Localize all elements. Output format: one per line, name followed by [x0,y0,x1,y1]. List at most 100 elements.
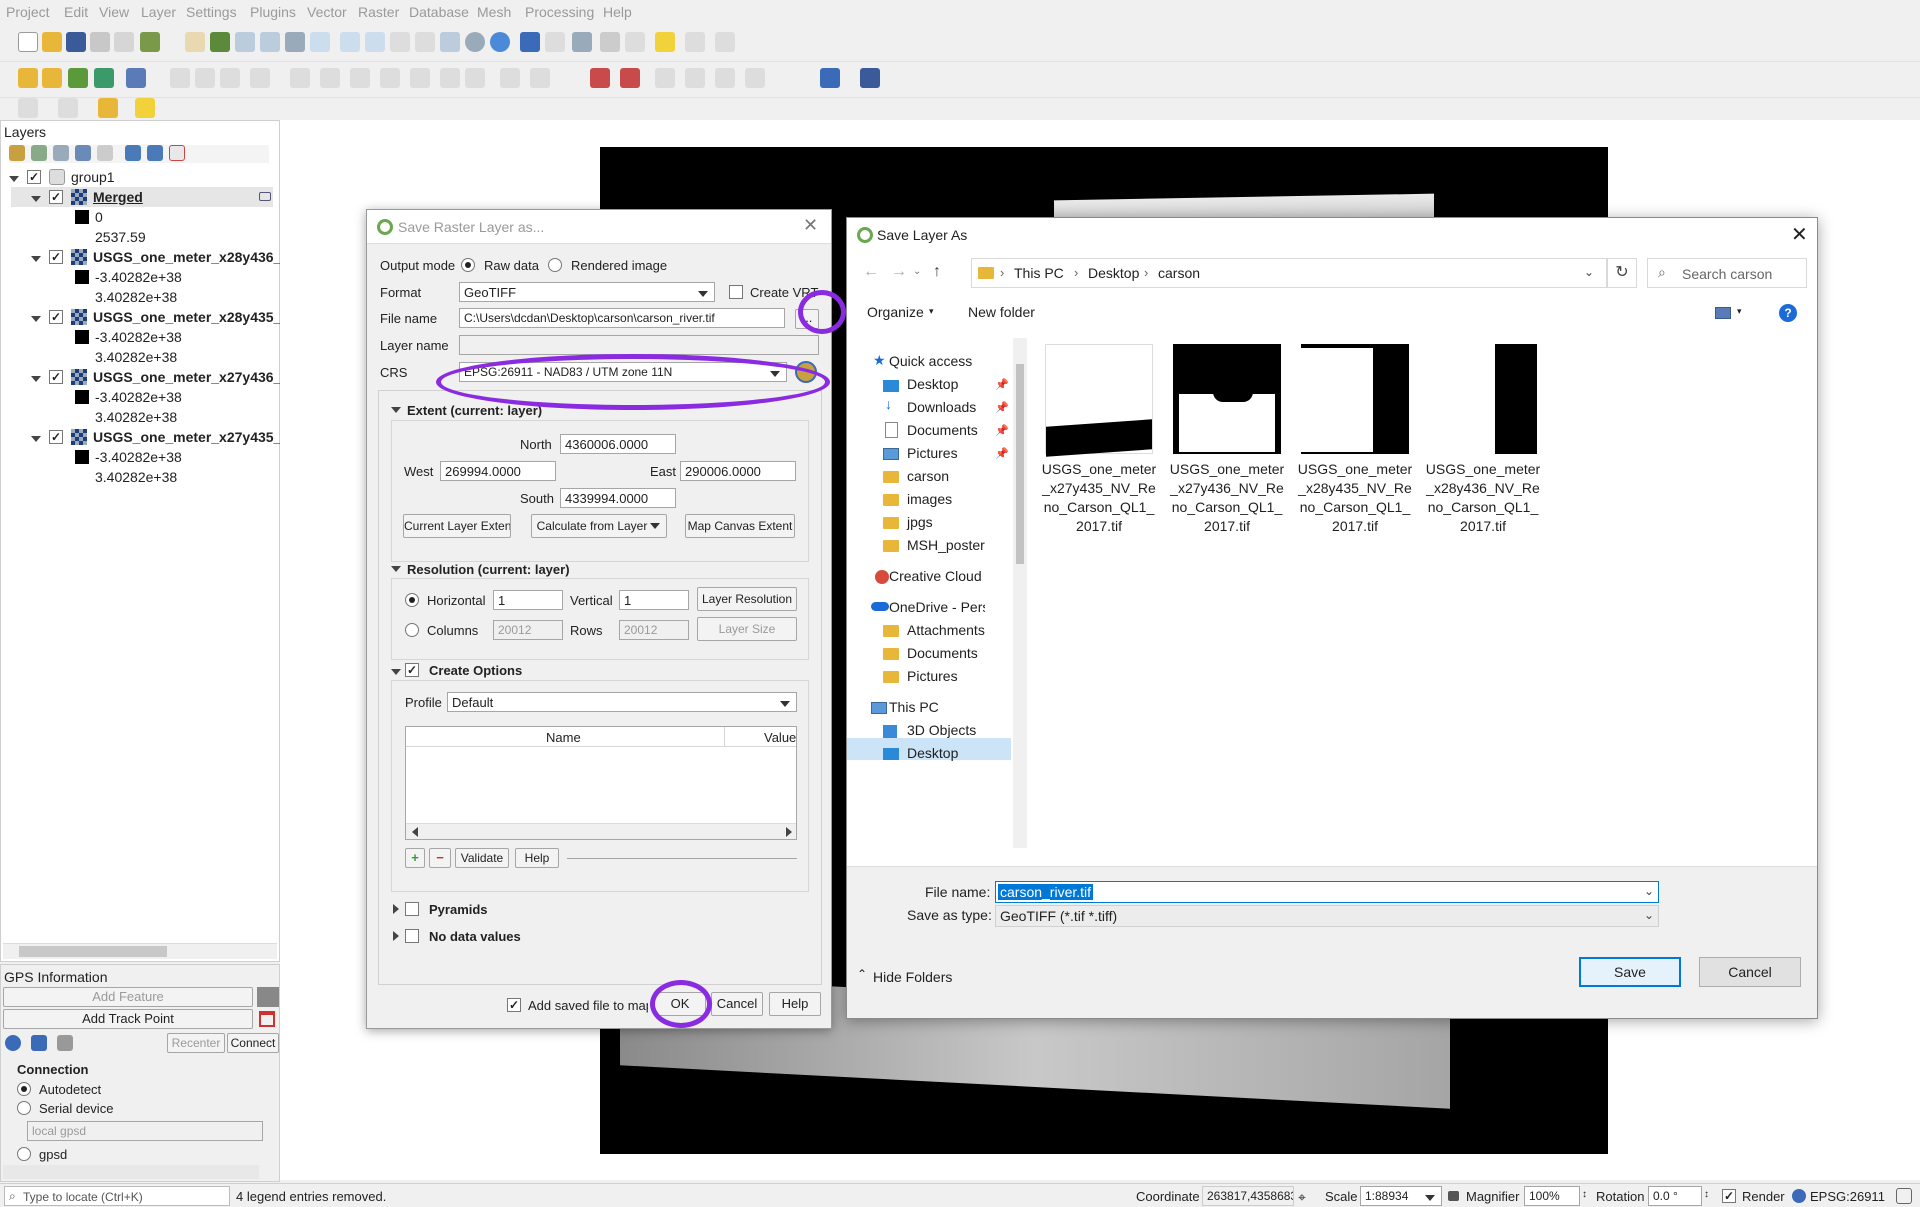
no-data-checkbox[interactable] [405,929,419,943]
add-mesh-layer-icon[interactable] [126,68,146,88]
columns-input[interactable]: 20012 [493,620,563,640]
deselect-icon[interactable] [98,98,118,118]
group-name[interactable]: group1 [71,169,115,189]
file-name-dropdown-icon[interactable]: ⌄ [1644,884,1654,898]
annotation-icon[interactable] [685,32,705,52]
merged-layer-name[interactable]: Merged [93,189,143,209]
change-label-icon[interactable] [715,68,735,88]
pyramids-checkbox[interactable] [405,902,419,916]
menu-database[interactable]: Database [409,4,469,20]
menu-raster[interactable]: Raster [358,4,399,20]
file-name-input[interactable]: C:\Users\dcdan\Desktop\carson\carson_riv… [459,308,785,328]
python-console-icon[interactable] [820,68,840,88]
layer-name-input[interactable] [459,335,819,355]
create-vrt-checkbox[interactable] [729,285,743,299]
file-cancel-button[interactable]: Cancel [1699,957,1801,987]
nav-jpgs[interactable]: jpgs [907,514,933,530]
nav-3d-objects[interactable]: 3D Objects [907,722,976,738]
validate-button[interactable]: Validate [455,848,509,868]
add-track-point-button[interactable]: Add Track Point [3,1009,253,1029]
profile-select[interactable]: Default [447,692,797,712]
pin-icon[interactable]: 📌 [995,401,1009,414]
search-box[interactable]: ⌕ Search carson [1647,258,1807,288]
identify-dropdown-icon[interactable] [545,32,565,52]
nav-quick-access[interactable]: Quick access [889,353,972,369]
add-feature-icon[interactable] [250,68,270,88]
settings-gear-icon[interactable] [572,32,592,52]
style-manager-icon[interactable] [140,32,160,52]
statistics-sum-icon[interactable] [600,32,620,52]
refresh-icon[interactable]: ↻ [1607,258,1637,288]
menu-processing[interactable]: Processing [525,4,594,20]
signal-chart-icon[interactable] [31,1035,47,1051]
nav-od-documents[interactable]: Documents [907,645,978,661]
forward-icon[interactable]: → [891,263,907,281]
current-layer-extent-button[interactable]: Current Layer Extent [403,514,511,538]
zoom-in-icon[interactable] [235,32,255,52]
scale-select[interactable]: 1:88934 [1360,1186,1442,1206]
expand-arrow-icon[interactable] [31,256,41,262]
breadcrumb-desktop[interactable]: Desktop [1088,265,1139,281]
rendered-image-radio[interactable] [548,258,562,272]
edit-pencil-icon[interactable] [170,68,190,88]
nav-this-pc-desktop[interactable]: Desktop [907,745,958,761]
vertex-tool-icon[interactable] [290,68,310,88]
text-annotation-icon[interactable] [715,32,735,52]
rotation-input[interactable]: 0.0 ° [1648,1186,1702,1206]
format-select[interactable]: GeoTIFF [459,282,715,302]
zoom-selection-icon[interactable] [310,32,330,52]
coordinate-field[interactable]: 263817,4358683 [1202,1186,1294,1206]
organize-menu[interactable]: Organize [867,304,924,320]
zoom-full-icon[interactable] [285,32,305,52]
refresh-icon[interactable] [490,32,510,52]
toggle-extents-icon[interactable]: ⌖ [1298,1189,1306,1206]
menu-layer[interactable]: Layer [141,4,176,20]
nav-od-pictures[interactable]: Pictures [907,668,958,684]
layer-name[interactable]: USGS_one_meter_x27y435_N [93,429,291,449]
calculate-from-layer-button[interactable]: Calculate from Layer [531,514,667,538]
back-icon[interactable]: ← [863,263,879,281]
layer-name[interactable]: USGS_one_meter_x28y435_N [93,309,291,329]
pan-to-selection-icon[interactable] [210,32,230,52]
new-map-view-icon[interactable] [440,32,460,52]
expand-arrow-icon[interactable] [31,376,41,382]
magnifier-input[interactable]: 100% [1524,1186,1580,1206]
add-group-icon[interactable] [31,145,47,161]
menu-project[interactable]: Project [6,4,50,20]
east-input[interactable]: 290006.0000 [680,461,796,481]
south-input[interactable]: 4339994.0000 [560,488,676,508]
collapse-resolution-icon[interactable] [391,566,401,572]
move-label-icon[interactable] [655,68,675,88]
data-source-manager-icon[interactable] [18,68,38,88]
breadcrumb-this-pc[interactable]: This PC [1014,265,1064,281]
info-icon[interactable] [5,1035,21,1051]
zoom-native-icon[interactable] [365,32,385,52]
cancel-button[interactable]: Cancel [711,992,763,1016]
show-hide-labels-icon[interactable] [590,68,610,88]
cut-features-icon[interactable] [350,68,370,88]
options-table[interactable]: Name Value [405,726,797,840]
lock-scale-icon[interactable] [1448,1191,1459,1201]
columns-radio[interactable] [405,623,419,637]
recent-locations-icon[interactable]: ⌄ [913,266,921,277]
magnifier-spin-icon[interactable]: ↕ [1582,1189,1587,1200]
menu-plugins[interactable]: Plugins [250,4,296,20]
create-options-checkbox[interactable]: ✓ [405,663,419,677]
add-raster-layer-icon[interactable] [94,68,114,88]
menu-mesh[interactable]: Mesh [477,4,511,20]
filter-expression-icon[interactable] [97,145,113,161]
address-dropdown-icon[interactable]: ⌄ [1584,265,1594,279]
scroll-left-icon[interactable] [412,827,418,837]
add-saved-file-checkbox[interactable]: ✓ [507,998,521,1012]
gps-hscrollbar[interactable] [3,1165,259,1179]
local-gpsd-field[interactable]: local gpsd [27,1121,263,1141]
layer-indicator-icon[interactable] [259,192,271,201]
file-item[interactable]: USGS_one_meter _x27y436_NV_Re no_Carson_… [1165,338,1289,534]
nav-scrollbar[interactable] [1013,338,1027,848]
print-layout-icon[interactable] [114,32,134,52]
measure-icon[interactable] [625,32,645,52]
horizontal-radio[interactable] [405,593,419,607]
collapse-create-options-icon[interactable] [391,669,401,675]
connect-button[interactable]: Connect [227,1033,279,1053]
save-as-icon[interactable] [90,32,110,52]
